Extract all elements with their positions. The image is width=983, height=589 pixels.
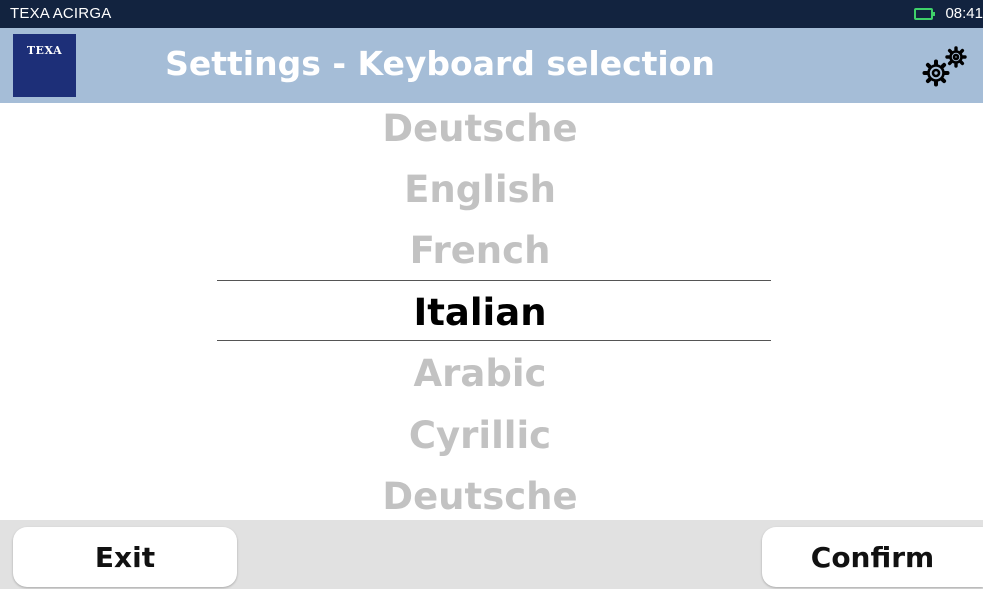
- confirm-button[interactable]: Confirm: [762, 527, 983, 587]
- picker-item-deutsche[interactable]: Deutsche: [0, 104, 960, 154]
- status-bar: TEXA ACIRGA 08:41: [0, 0, 983, 28]
- picker-item-deutsche-2[interactable]: Deutsche: [0, 472, 960, 522]
- selection-bottom-line: [217, 340, 771, 341]
- device-name: TEXA ACIRGA: [10, 5, 112, 22]
- picker-item-italian-selected[interactable]: Italian: [0, 288, 960, 338]
- title-bar: TEXA Settings - Keyboard selection: [0, 28, 983, 103]
- picker-item-arabic[interactable]: Arabic: [0, 349, 960, 399]
- selection-top-line: [217, 280, 771, 281]
- picker-item-cyrillic[interactable]: Cyrillic: [0, 411, 960, 461]
- status-time: 08:41: [945, 5, 983, 22]
- picker-item-french[interactable]: French: [0, 226, 960, 276]
- page-title: Settings - Keyboard selection: [165, 44, 715, 83]
- exit-button[interactable]: Exit: [13, 527, 237, 587]
- battery-icon: [914, 7, 936, 20]
- keyboard-picker[interactable]: Deutsche English French Italian Arabic C…: [0, 103, 983, 520]
- gears-icon[interactable]: [920, 42, 970, 90]
- bottom-bar: Exit Confirm: [0, 520, 983, 589]
- picker-item-english[interactable]: English: [0, 165, 960, 215]
- status-right: 08:41: [914, 5, 983, 22]
